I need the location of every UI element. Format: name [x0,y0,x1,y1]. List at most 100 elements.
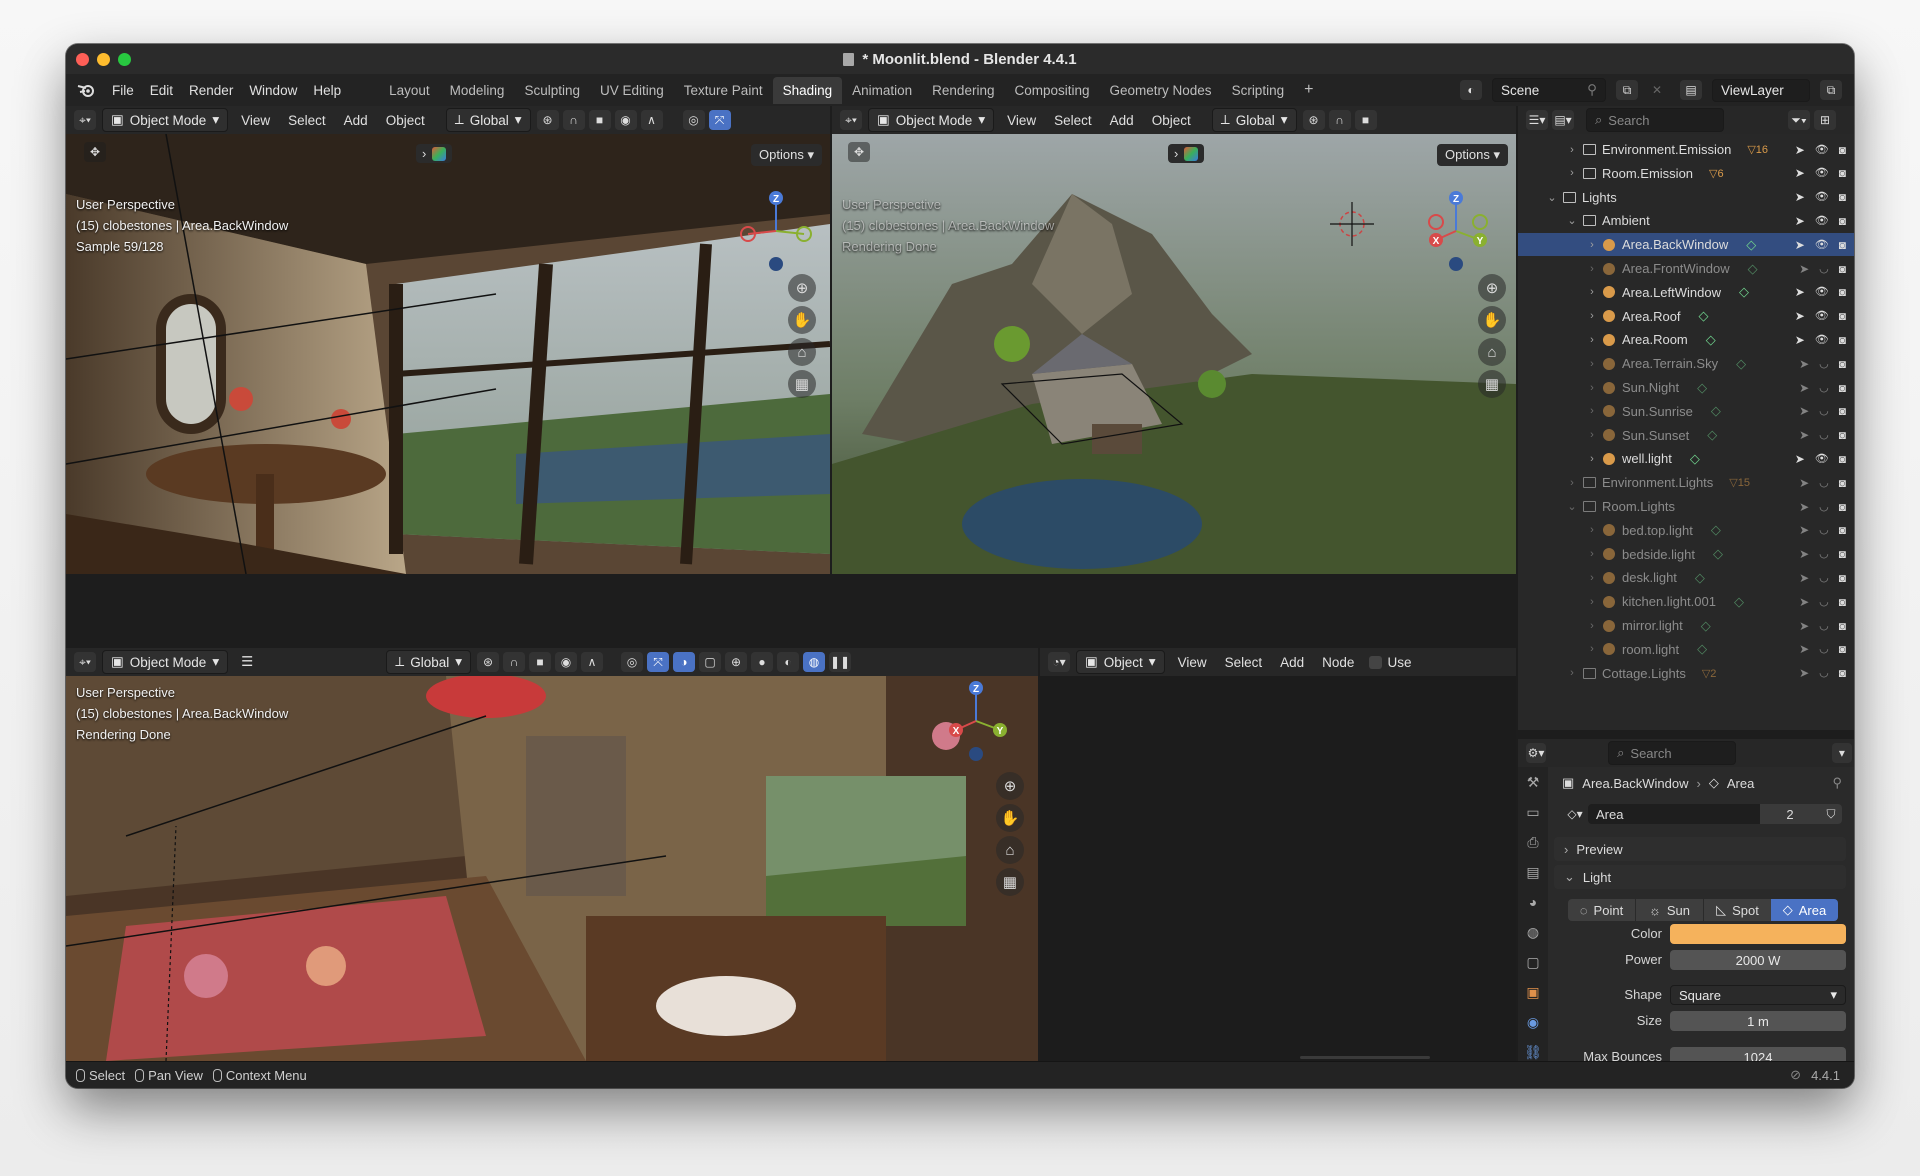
falloff-icon[interactable]: ∧ [581,652,604,672]
power-field[interactable]: 2000 W [1670,950,1846,970]
outliner-row[interactable]: › bed.top.light ◇ ➤ ◡ ◙ [1518,519,1854,542]
camera-icon[interactable]: ◙ [1839,285,1846,299]
eye-icon[interactable]: ◡ [1819,262,1829,276]
transform-tool-icon[interactable]: ✥ [84,142,106,162]
filter-icon[interactable]: ⏷▾ [1788,110,1810,130]
new-scene-icon[interactable]: ⧉ [1616,80,1638,100]
datablock-browse-icon[interactable]: ◇▾ [1564,804,1586,824]
outliner-row[interactable]: › Sun.Sunset ◇ ➤ ◡ ◙ [1518,424,1854,447]
chevron-right-icon[interactable]: › [1586,548,1598,560]
outliner-row[interactable]: › mirror.light ◇ ➤ ◡ ◙ [1518,614,1854,637]
eye-icon[interactable]: 👁 [1815,452,1829,466]
zoom-icon[interactable]: ⊕ [996,772,1024,800]
zoom-icon[interactable]: ⊕ [788,274,816,302]
eye-icon[interactable]: ◡ [1819,619,1829,633]
solid-shading-icon[interactable]: ● [751,652,774,672]
chevron-right-icon[interactable]: › [1566,477,1578,489]
ortho-grid-icon[interactable]: ▦ [788,370,816,398]
eye-icon[interactable]: ◡ [1819,666,1829,680]
editor-type-icon[interactable]: ⌖▾ [840,110,862,130]
zoom-icon[interactable]: ⊕ [1478,274,1506,302]
selectable-arrow-icon[interactable]: ➤ [1795,333,1805,347]
menu-select[interactable]: Select [1216,655,1272,670]
selectable-arrow-icon[interactable]: ➤ [1795,143,1805,157]
eye-icon[interactable]: ◡ [1819,571,1829,585]
collapsed-toolbar[interactable]: › [416,144,453,163]
menu-edit[interactable]: Edit [142,83,181,98]
chevron-right-icon[interactable]: › [1566,667,1578,679]
camera-icon[interactable]: ◙ [1839,595,1846,609]
selectable-arrow-icon[interactable]: ➤ [1799,357,1809,371]
selectable-arrow-icon[interactable]: ➤ [1799,428,1809,442]
eye-icon[interactable]: 👁 [1815,143,1829,157]
delete-scene-icon[interactable]: ✕ [1646,80,1668,100]
camera-icon[interactable]: ◙ [1839,428,1846,442]
viewport-top-left[interactable]: User Perspective (15) clobestones | Area… [66,134,830,574]
menu-view[interactable]: View [1169,655,1216,670]
menu-help[interactable]: Help [305,83,349,98]
pin-icon[interactable]: ⚲ [1587,82,1597,98]
menu-window[interactable]: Window [241,83,305,98]
eye-icon[interactable]: ◡ [1819,428,1829,442]
selectable-arrow-icon[interactable]: ➤ [1795,214,1805,228]
selectable-arrow-icon[interactable]: ➤ [1799,547,1809,561]
camera-icon[interactable]: ◙ [1839,547,1846,561]
viewport-top-right[interactable]: User Perspective (15) clobestones | Area… [832,134,1516,574]
shader-type-dropdown[interactable]: ▣ Object ▾ [1076,650,1165,674]
outliner-row[interactable]: › desk.light ◇ ➤ ◡ ◙ [1518,566,1854,589]
chevron-down-icon[interactable]: ▾ [1831,743,1852,763]
datablock-name-field[interactable]: Area [1588,804,1760,824]
rendered-shading-icon[interactable]: ◍ [803,652,826,672]
add-workspace-icon[interactable]: + [1294,75,1323,105]
chevron-right-icon[interactable]: › [1586,263,1598,275]
properties-type-icon[interactable]: ⚙▾ [1526,743,1547,763]
pan-hand-icon[interactable]: ✋ [996,804,1024,832]
new-view-layer-icon[interactable]: ⧉ [1820,80,1842,100]
camera-icon[interactable]: ◙ [1839,571,1846,585]
eye-icon[interactable]: 👁 [1815,238,1829,252]
fake-user-shield-icon[interactable]: ⛉ [1820,804,1842,824]
overlays-icon[interactable]: ◑ [673,652,696,672]
selectable-arrow-icon[interactable]: ➤ [1795,452,1805,466]
pin-icon[interactable]: ⚲ [1832,775,1842,791]
node-editor-type-icon[interactable]: ◔▾ [1048,652,1070,672]
eye-icon[interactable]: ◡ [1819,547,1829,561]
eye-icon[interactable]: 👁 [1815,214,1829,228]
selectable-arrow-icon[interactable]: ➤ [1795,285,1805,299]
light-type-point[interactable]: ◌ Point [1568,899,1635,921]
display-mode-icon[interactable]: ▤▾ [1552,110,1574,130]
navigation-gizmo[interactable]: Z [736,186,816,276]
selectable-arrow-icon[interactable]: ➤ [1795,166,1805,180]
menu-object[interactable]: Object [1143,113,1200,128]
selectable-arrow-icon[interactable]: ➤ [1799,262,1809,276]
chevron-right-icon[interactable]: › [1586,286,1598,298]
options-dropdown[interactable]: Options ▾ [1437,144,1508,166]
blender-logo-icon[interactable] [76,82,98,98]
menu-select[interactable]: Select [279,113,335,128]
visibility-icon[interactable]: ◎ [621,652,644,672]
camera-icon[interactable]: ◙ [1839,642,1846,656]
chevron-right-icon[interactable]: › [1566,144,1578,156]
view-layer-tab-icon[interactable]: ▤ [1518,857,1548,887]
scene-icon[interactable]: ◐ [1460,80,1482,100]
camera-icon[interactable]: ◙ [1839,357,1846,371]
camera-icon[interactable]: ◙ [1839,166,1846,180]
snap-icon[interactable]: ∩ [503,652,526,672]
eye-icon[interactable]: 👁 [1815,309,1829,323]
tab-texture-paint[interactable]: Texture Paint [674,77,773,104]
chevron-right-icon[interactable]: › [1586,429,1598,441]
menu-view[interactable]: View [998,113,1045,128]
camera-icon[interactable]: ⌂ [788,338,816,366]
snap-icon[interactable]: ∩ [562,110,585,130]
menu-add[interactable]: Add [335,113,377,128]
collapsed-toolbar[interactable]: › [1168,144,1205,163]
camera-icon[interactable]: ◙ [1839,190,1846,204]
selectable-arrow-icon[interactable]: ➤ [1795,190,1805,204]
outliner-row[interactable]: › well.light ◇ ➤ 👁 ◙ [1518,447,1854,470]
selectable-arrow-icon[interactable]: ➤ [1799,595,1809,609]
view-layer-icon[interactable]: ▤ [1680,80,1702,100]
menu-node[interactable]: Node [1313,655,1363,670]
render-tab-icon[interactable]: ▭ [1518,797,1548,827]
camera-icon[interactable]: ◙ [1839,238,1846,252]
outliner-row[interactable]: › Cottage.Lights ▽2 ➤ ◡ ◙ [1518,662,1854,685]
